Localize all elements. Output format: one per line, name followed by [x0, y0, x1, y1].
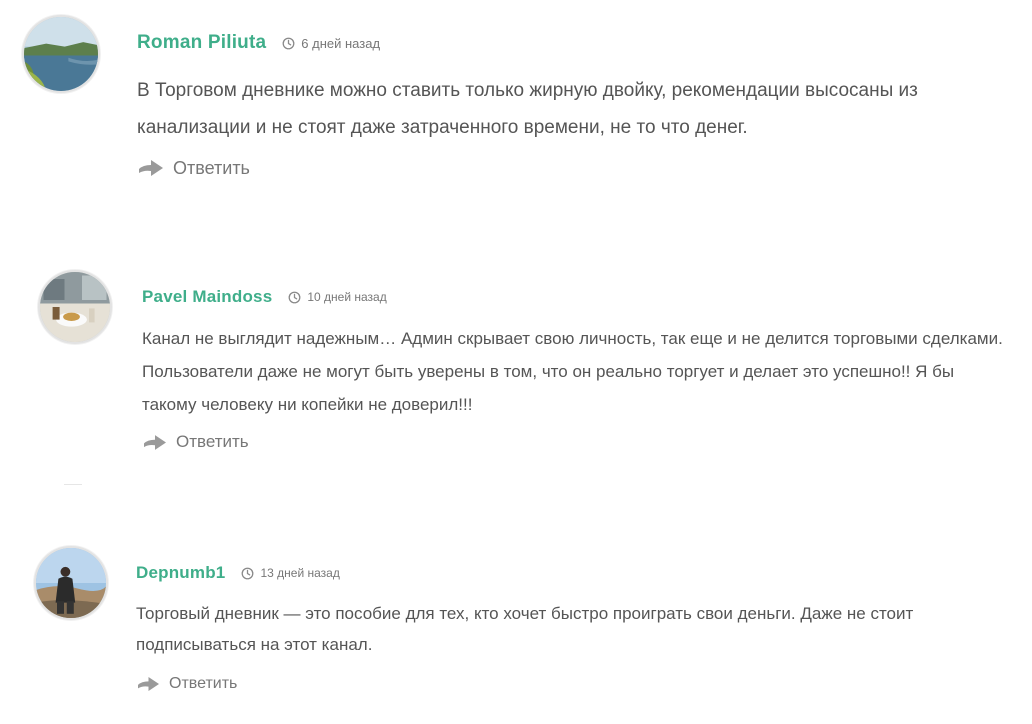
avatar[interactable]	[22, 15, 100, 93]
comment-date[interactable]: 13 дней назад	[260, 566, 339, 580]
avatar[interactable]	[34, 546, 108, 620]
reply-button[interactable]: Ответить	[139, 156, 250, 180]
clock-icon	[288, 291, 301, 304]
comment-text: Канал не выглядит надежным… Админ скрыва…	[142, 329, 1003, 414]
comment-meta: Roman Piliuta 6 дней назад	[137, 32, 380, 54]
reply-label: Ответить	[173, 157, 250, 178]
clock-icon	[241, 567, 254, 580]
reply-arrow-icon	[139, 160, 163, 176]
divider	[64, 484, 82, 485]
comment-meta: Pavel Maindoss 10 дней назад	[142, 286, 387, 308]
clock-icon	[282, 37, 295, 50]
reply-button[interactable]: Ответить	[138, 673, 237, 695]
reply-label: Ответить	[169, 675, 238, 692]
comment-date[interactable]: 10 дней назад	[307, 290, 386, 304]
comment-author[interactable]: Pavel Maindoss	[142, 287, 272, 307]
comment-meta: Depnumb1 13 дней назад	[136, 562, 340, 584]
comment-date[interactable]: 6 дней назад	[301, 36, 380, 51]
reply-button[interactable]: Ответить	[144, 431, 249, 453]
comment-text: Торговый дневник — это пособие для тех, …	[136, 604, 914, 654]
cafe-table-photo	[40, 272, 110, 342]
comment-author[interactable]: Depnumb1	[136, 563, 225, 583]
avatar[interactable]	[38, 270, 112, 344]
lake-landscape-photo	[24, 17, 98, 91]
reply-arrow-icon	[144, 434, 166, 450]
comment-text: В Торговом дневнике можно ставить только…	[137, 80, 918, 138]
reply-arrow-icon	[138, 677, 159, 691]
person-outdoors-photo	[36, 548, 106, 618]
reply-label: Ответить	[176, 432, 249, 451]
comment-author[interactable]: Roman Piliuta	[137, 32, 266, 54]
